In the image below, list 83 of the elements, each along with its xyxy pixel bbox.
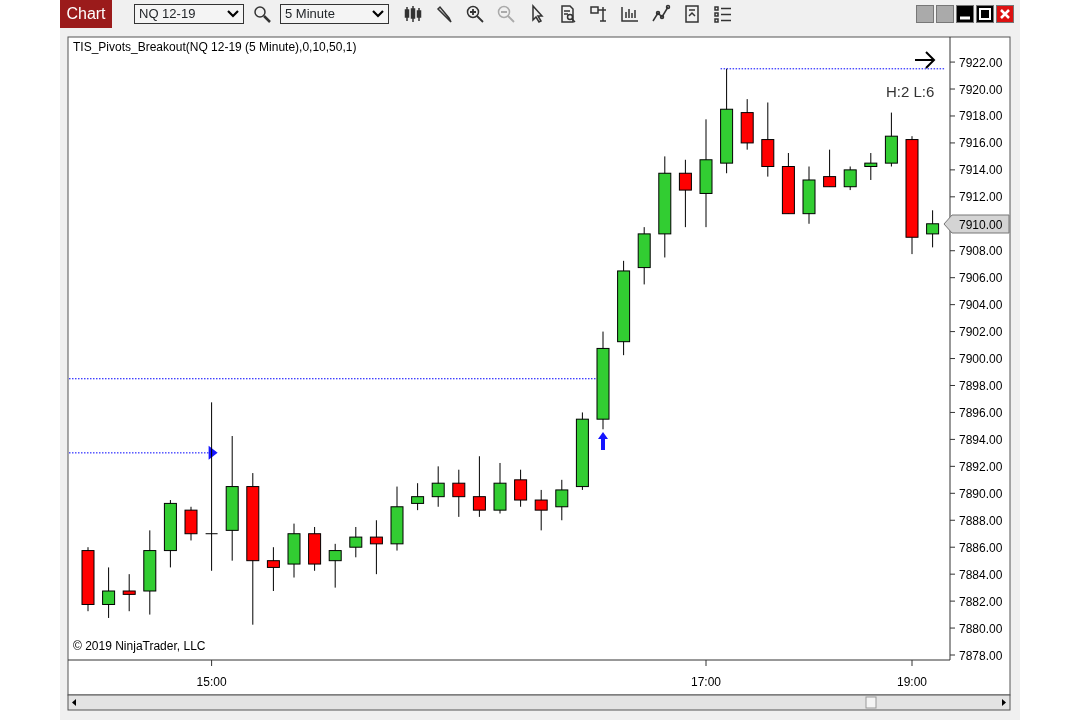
up-arrow-icon bbox=[598, 432, 608, 450]
price-axis-label: 7912.00 bbox=[959, 190, 1003, 205]
candlestick bbox=[472, 455, 486, 518]
candlestick-icon[interactable] bbox=[403, 4, 423, 24]
candlestick bbox=[163, 499, 177, 568]
candlestick bbox=[864, 152, 878, 181]
price-axis-label: 7920.00 bbox=[959, 82, 1003, 97]
price-axis-label: 7882.00 bbox=[959, 594, 1003, 609]
candlestick bbox=[493, 462, 507, 514]
copyright-text: © 2019 NinjaTrader, LLC bbox=[73, 639, 206, 653]
candlestick bbox=[637, 226, 651, 285]
price-axis-label: 7890.00 bbox=[959, 486, 1003, 501]
bar-chart-icon[interactable] bbox=[620, 4, 640, 24]
tile-window-button[interactable] bbox=[916, 5, 934, 23]
candlestick bbox=[823, 149, 837, 188]
candlestick bbox=[452, 469, 466, 518]
candlestick bbox=[411, 482, 425, 511]
zoom-in-icon[interactable] bbox=[465, 4, 485, 24]
triangle-marker-icon bbox=[208, 445, 218, 460]
price-axis-label: 7916.00 bbox=[959, 136, 1003, 151]
time-axis-label: 19:00 bbox=[897, 675, 927, 689]
candlestick bbox=[349, 526, 363, 558]
candlestick bbox=[102, 566, 116, 619]
candlestick bbox=[678, 159, 692, 228]
price-axis-label: 7922.00 bbox=[959, 55, 1003, 70]
indicator-title: TIS_Pivots_Breakout(NQ 12-19 (5 Minute),0,10,50,1) bbox=[73, 40, 357, 54]
line-chart-icon[interactable] bbox=[651, 4, 671, 24]
price-axis-label: 7906.00 bbox=[959, 271, 1003, 286]
candlestick bbox=[781, 152, 795, 215]
candlestick bbox=[328, 543, 342, 589]
price-axis-label: 7900.00 bbox=[959, 352, 1003, 367]
document-search-icon[interactable] bbox=[558, 4, 578, 24]
right-arrow-icon bbox=[914, 51, 936, 69]
caret-icon bbox=[227, 10, 239, 18]
list-icon[interactable] bbox=[713, 4, 733, 24]
scrollbar-thumb[interactable] bbox=[865, 696, 877, 709]
candlestick bbox=[555, 479, 569, 521]
pencil-icon[interactable] bbox=[434, 4, 454, 24]
candlestick bbox=[884, 112, 898, 167]
chart-menu-button[interactable]: Chart bbox=[60, 0, 112, 28]
horizontal-scrollbar[interactable] bbox=[67, 694, 1011, 711]
candlestick bbox=[740, 98, 754, 151]
current-price-marker: 7910.00 bbox=[943, 214, 1010, 234]
candlestick bbox=[431, 465, 445, 508]
candlestick bbox=[308, 526, 322, 572]
candlestick bbox=[843, 166, 857, 191]
instrument-dropdown[interactable]: NQ 12-19 bbox=[134, 4, 244, 24]
candlestick bbox=[184, 506, 198, 541]
price-axis-label: 7902.00 bbox=[959, 325, 1003, 340]
price-axis-label: 7898.00 bbox=[959, 379, 1003, 393]
price-axis-label: 7878.00 bbox=[959, 648, 1003, 663]
candlestick bbox=[802, 166, 816, 225]
price-axis-label: 7894.00 bbox=[959, 432, 1003, 447]
maximize-button[interactable] bbox=[976, 5, 994, 23]
price-axis-label: 7904.00 bbox=[959, 298, 1003, 313]
panel-icon[interactable] bbox=[589, 4, 609, 24]
price-axis-label: 7914.00 bbox=[959, 163, 1003, 178]
caret-icon bbox=[372, 10, 384, 18]
candlestick bbox=[122, 573, 136, 612]
minimize-button[interactable] bbox=[956, 5, 974, 23]
price-axis-label: 7888.00 bbox=[959, 513, 1003, 528]
candlestick bbox=[287, 523, 301, 579]
chart-document-icon[interactable] bbox=[682, 4, 702, 24]
price-axis-label: 7918.00 bbox=[959, 109, 1003, 124]
price-axis-label: 7908.00 bbox=[959, 244, 1003, 259]
time-axis-label: 15:00 bbox=[196, 675, 227, 689]
candlestick bbox=[390, 486, 404, 552]
time-axis-label: 17:00 bbox=[691, 675, 721, 689]
price-axis-label: 7896.00 bbox=[959, 405, 1003, 420]
price-axis-label: 7892.00 bbox=[959, 459, 1003, 474]
signal-label: H:2 L:6 bbox=[886, 83, 935, 100]
candlestick bbox=[369, 519, 383, 575]
candlestick bbox=[514, 469, 528, 508]
price-axis-label: 7880.00 bbox=[959, 621, 1003, 636]
candlestick bbox=[266, 546, 280, 592]
interval-dropdown[interactable]: 5 Minute bbox=[280, 4, 389, 24]
candlestick bbox=[926, 209, 940, 248]
price-axis-label: 7886.00 bbox=[959, 540, 1003, 555]
close-button[interactable] bbox=[996, 5, 1014, 23]
search-icon[interactable] bbox=[252, 4, 272, 24]
candlestick bbox=[534, 489, 548, 531]
price-axis-label: 7884.00 bbox=[959, 567, 1003, 582]
candlestick bbox=[81, 546, 95, 612]
